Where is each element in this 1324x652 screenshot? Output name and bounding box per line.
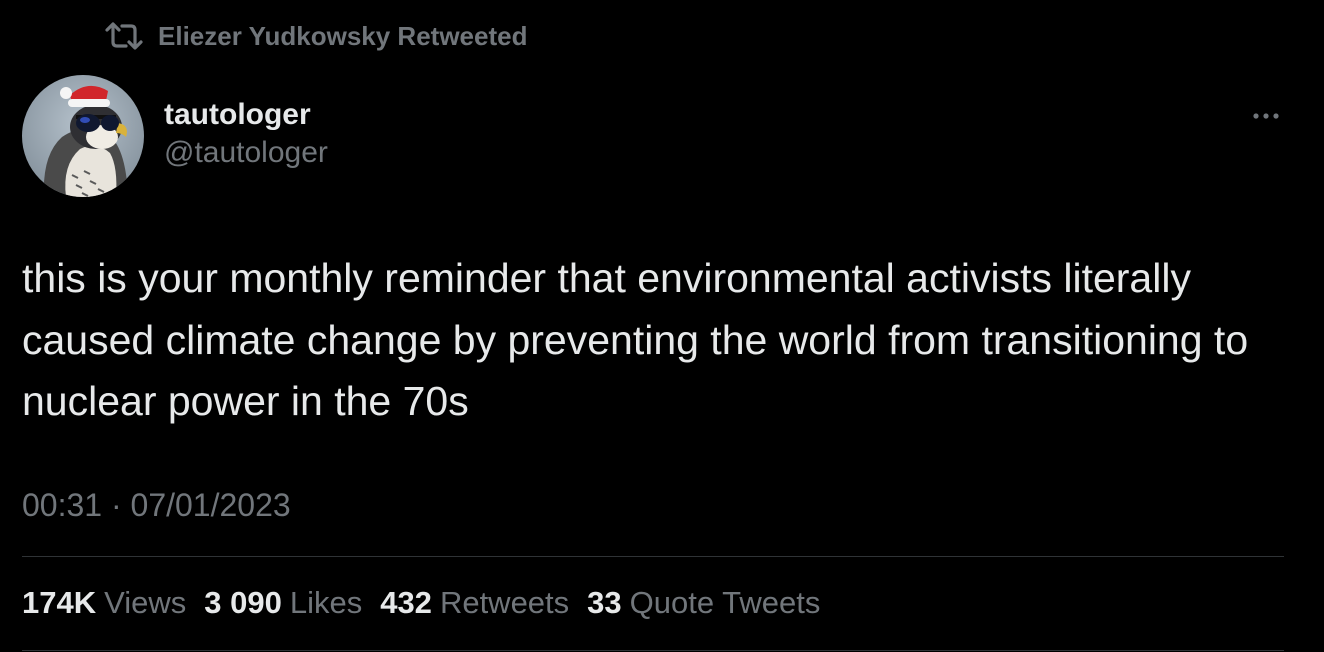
quote-tweets-stat[interactable]: 33 Quote Tweets	[587, 583, 820, 623]
views-stat[interactable]: 174K Views	[22, 583, 186, 623]
retweet-icon	[104, 20, 144, 52]
tweet-date[interactable]: 07/01/2023	[131, 487, 291, 523]
likes-count: 3 090	[204, 585, 282, 620]
author-block[interactable]: tautologer @tautologer	[164, 96, 328, 172]
retweets-count: 432	[380, 585, 432, 620]
retweets-stat[interactable]: 432 Retweets	[380, 583, 569, 623]
tweet-time[interactable]: 00:31	[22, 487, 102, 523]
divider	[22, 650, 1284, 651]
views-label: Views	[104, 585, 187, 620]
views-count: 174K	[22, 585, 97, 620]
likes-stat[interactable]: 3 090 Likes	[204, 583, 362, 623]
tweet-text: this is your monthly reminder that envir…	[22, 255, 1249, 424]
retweet-banner-text[interactable]: Eliezer Yudkowsky Retweeted	[158, 21, 527, 52]
tweet-timestamp[interactable]: 00:31 · 07/01/2023	[22, 485, 291, 525]
retweet-banner[interactable]: Eliezer Yudkowsky Retweeted	[104, 18, 527, 54]
engagement-stats: 174K Views 3 090 Likes 432 Retweets 33 Q…	[22, 583, 820, 623]
quote-tweets-count: 33	[587, 585, 622, 620]
divider	[22, 556, 1284, 557]
more-horizontal-icon	[1253, 113, 1279, 119]
author-display-name[interactable]: tautologer	[164, 96, 328, 134]
retweets-label: Retweets	[439, 585, 570, 620]
falcon-avatar-icon	[22, 75, 144, 197]
quote-tweets-label: Quote Tweets	[629, 585, 821, 620]
avatar[interactable]	[22, 75, 144, 197]
author-handle[interactable]: @tautologer	[164, 134, 328, 172]
more-options-button[interactable]	[1250, 104, 1282, 128]
likes-label: Likes	[289, 585, 363, 620]
timestamp-separator: ·	[110, 487, 122, 523]
